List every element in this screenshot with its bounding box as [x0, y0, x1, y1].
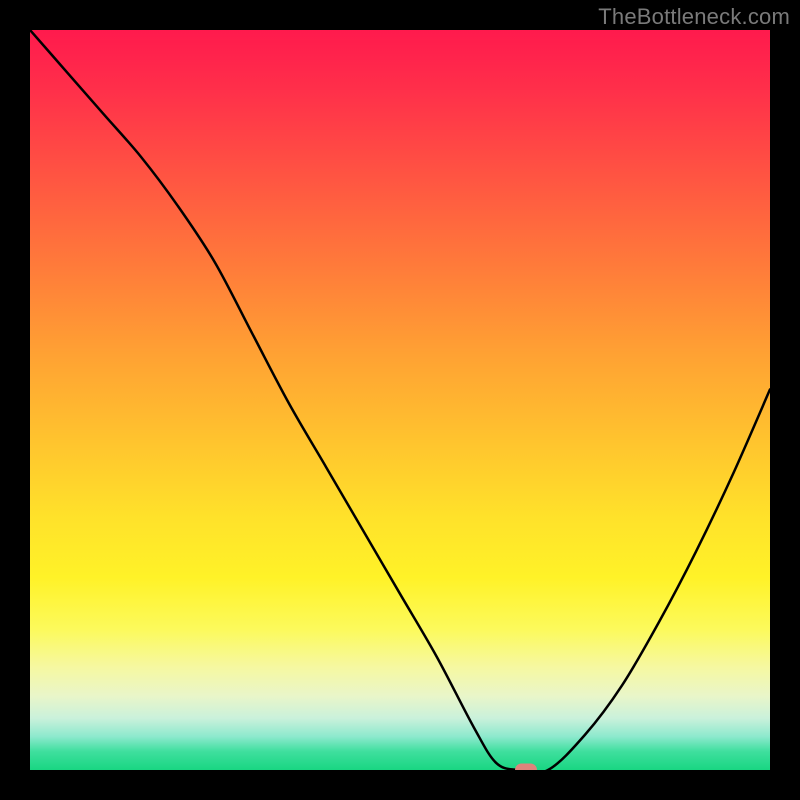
- watermark-text: TheBottleneck.com: [598, 4, 790, 30]
- chart-frame: TheBottleneck.com: [0, 0, 800, 800]
- plot-area: [30, 30, 770, 770]
- selected-point-marker: [515, 764, 537, 771]
- bottleneck-curve: [30, 30, 770, 770]
